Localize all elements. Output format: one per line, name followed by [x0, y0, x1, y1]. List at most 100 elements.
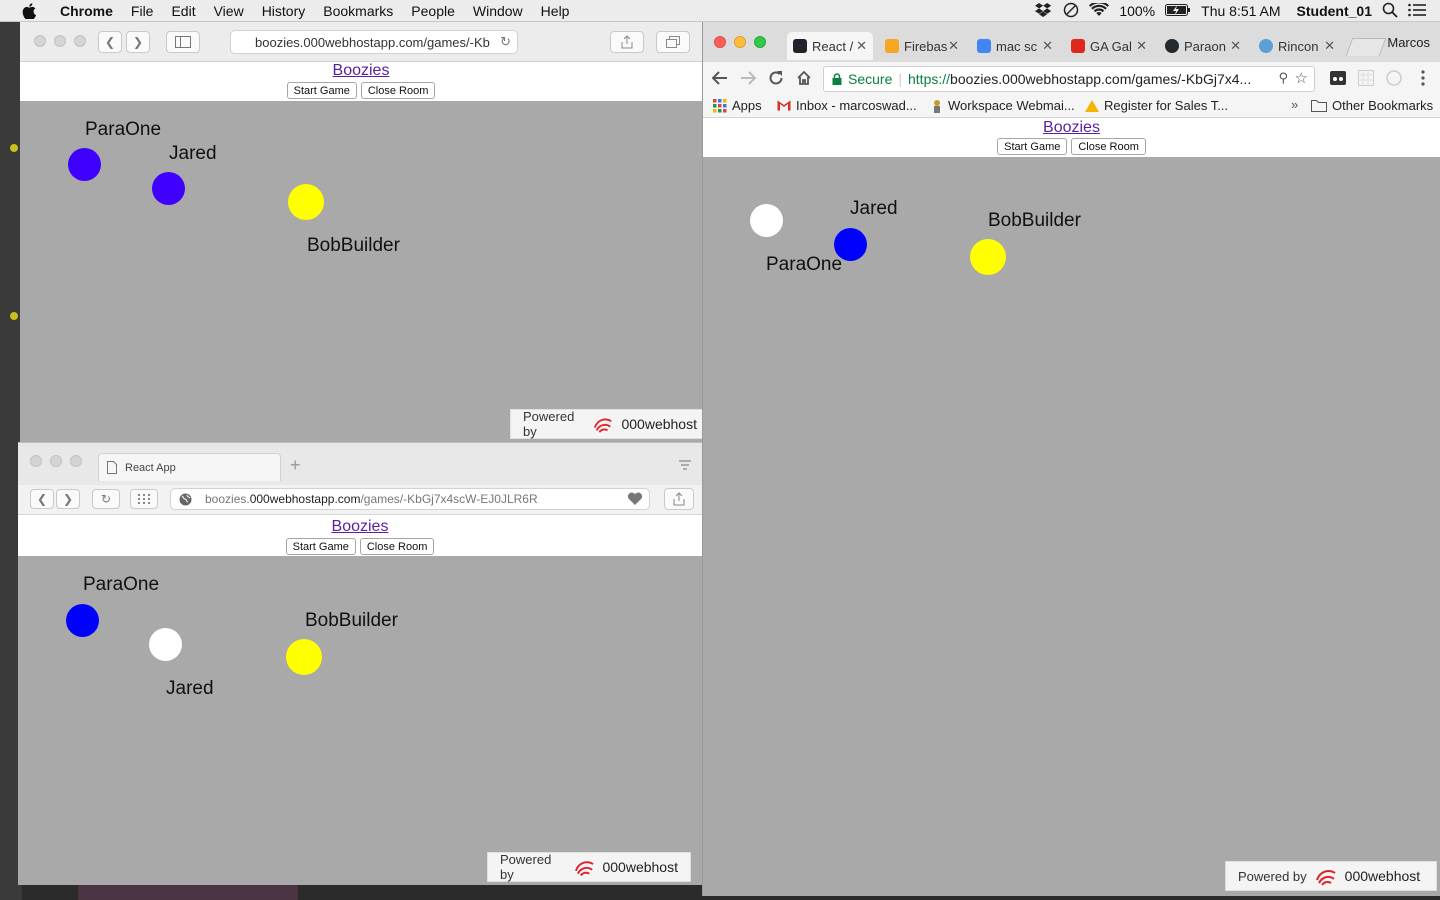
current-user[interactable]: Student_01: [1297, 3, 1372, 19]
address-bar[interactable]: boozies. 000webhostapp.com/games/-KbGj7x4…: [170, 488, 650, 510]
close-tab-icon[interactable]: ✕: [856, 38, 867, 54]
player-dot[interactable]: [750, 204, 783, 237]
player-dot[interactable]: [288, 184, 324, 220]
chrome-tab[interactable]: Paraon ✕: [1159, 32, 1247, 60]
close-window-button[interactable]: [30, 455, 42, 467]
key-icon[interactable]: ⚲: [1278, 70, 1288, 86]
menu-history[interactable]: History: [253, 3, 315, 19]
bookmark-star-icon[interactable]: ☆: [1295, 69, 1308, 87]
menu-edit[interactable]: Edit: [162, 3, 204, 19]
spotlight-search-icon[interactable]: [1382, 2, 1398, 21]
bookmark-apps[interactable]: Apps: [713, 98, 762, 113]
apple-icon[interactable]: [18, 0, 40, 22]
address-bar[interactable]: boozies.000webhostapp.com/games/-Kb ↻: [230, 30, 518, 54]
menu-bookmarks[interactable]: Bookmarks: [314, 3, 402, 19]
reload-icon[interactable]: ↻: [500, 34, 511, 50]
omnibox[interactable]: Secure | https://boozies.000webhostapp.c…: [823, 66, 1315, 92]
close-tab-icon[interactable]: ✕: [1324, 38, 1335, 54]
close-room-button[interactable]: Close Room: [1071, 138, 1146, 155]
zoom-window-button[interactable]: [70, 455, 82, 467]
battery-percent[interactable]: 100%: [1119, 3, 1155, 19]
menu-app-name[interactable]: Chrome: [54, 3, 122, 19]
page-icon: [107, 461, 117, 474]
forward-button[interactable]: ❯: [56, 489, 80, 509]
player-dot[interactable]: [970, 239, 1006, 275]
bookmarks-overflow-icon[interactable]: »: [1291, 97, 1298, 112]
forward-button[interactable]: ❯: [126, 31, 150, 53]
menu-file[interactable]: File: [122, 3, 163, 19]
minimize-window-button[interactable]: [54, 35, 66, 47]
profile-name[interactable]: Marcos: [1387, 35, 1430, 50]
notification-center-icon[interactable]: [1408, 3, 1426, 20]
sidebar-button[interactable]: [166, 31, 200, 53]
chrome-tab[interactable]: GA Gal ✕: [1065, 32, 1153, 60]
player-dot[interactable]: [68, 148, 101, 181]
extension-grid-icon[interactable]: [1357, 69, 1375, 87]
zoom-window-button[interactable]: [74, 35, 86, 47]
close-room-button[interactable]: Close Room: [359, 538, 435, 555]
back-button[interactable]: ❮: [98, 31, 122, 53]
extension-icon[interactable]: [1329, 69, 1347, 87]
reload-icon[interactable]: [765, 67, 787, 89]
battery-icon[interactable]: [1165, 3, 1191, 19]
player-dot[interactable]: [834, 228, 867, 261]
close-window-button[interactable]: [714, 36, 726, 48]
new-tab-icon[interactable]: +: [290, 455, 301, 476]
player-name: ParaOne: [85, 119, 162, 140]
menu-view[interactable]: View: [205, 3, 253, 19]
start-game-button[interactable]: Start Game: [286, 82, 357, 99]
bookmark-register[interactable]: Register for Sales T...: [1085, 98, 1228, 113]
player-dot[interactable]: [66, 604, 99, 637]
chrome-toolbar: Secure | https://boozies.000webhostapp.c…: [703, 62, 1440, 94]
close-tab-icon[interactable]: ✕: [1042, 38, 1053, 54]
new-tab-button[interactable]: [1345, 38, 1387, 56]
boozies-title-link[interactable]: Boozies: [18, 518, 702, 536]
dropbox-icon[interactable]: [1035, 2, 1053, 20]
tab-react-app[interactable]: React App: [98, 453, 281, 481]
bookmark-other[interactable]: Other Bookmarks: [1311, 98, 1433, 113]
wifi-icon[interactable]: [1089, 0, 1110, 20]
boozies-title-link[interactable]: Boozies: [703, 119, 1440, 137]
back-button[interactable]: ❮: [30, 489, 54, 509]
heart-icon[interactable]: [627, 492, 643, 506]
top-sites-button[interactable]: [130, 489, 158, 509]
chrome-tab[interactable]: React / ✕: [787, 32, 873, 60]
menu-help[interactable]: Help: [532, 3, 579, 19]
more-menu-icon[interactable]: [1415, 67, 1431, 89]
boozies-title-link[interactable]: Boozies: [20, 62, 702, 80]
close-window-button[interactable]: [34, 35, 46, 47]
powered-by-badge[interactable]: Powered by 000webhost: [1225, 861, 1437, 891]
close-tab-icon[interactable]: ✕: [948, 38, 959, 54]
extension-circle-icon[interactable]: [1385, 69, 1403, 87]
bookmark-workspace[interactable]: Workspace Webmai...: [931, 98, 1075, 113]
reload-button[interactable]: ↻: [92, 489, 120, 509]
player-dot[interactable]: [152, 172, 185, 205]
bookmark-inbox[interactable]: Inbox - marcoswad...: [777, 98, 917, 113]
back-arrow-icon[interactable]: [709, 67, 731, 89]
minimize-window-button[interactable]: [50, 455, 62, 467]
menu-window[interactable]: Window: [464, 3, 532, 19]
close-tab-icon[interactable]: ✕: [1136, 38, 1147, 54]
minimize-window-button[interactable]: [734, 36, 746, 48]
powered-by-badge[interactable]: Powered by 000webhost: [510, 409, 702, 439]
chrome-tab[interactable]: Rincon ✕: [1253, 32, 1341, 60]
share-button[interactable]: [664, 488, 694, 510]
player-dot[interactable]: [149, 628, 182, 661]
tabs-overview-button[interactable]: [656, 31, 690, 53]
do-not-disturb-icon[interactable]: [1063, 2, 1079, 21]
close-room-button[interactable]: Close Room: [360, 82, 436, 99]
share-button[interactable]: [610, 31, 644, 53]
chrome-tab[interactable]: mac sc ✕: [971, 32, 1059, 60]
close-tab-icon[interactable]: ✕: [1230, 38, 1241, 54]
menu-people[interactable]: People: [402, 3, 464, 19]
chrome-tab[interactable]: Firebas ✕: [879, 32, 965, 60]
clock[interactable]: Thu 8:51 AM: [1201, 3, 1280, 19]
powered-by-badge[interactable]: Powered by 000webhost: [487, 852, 691, 882]
start-game-button[interactable]: Start Game: [285, 538, 356, 555]
player-dot[interactable]: [286, 639, 322, 675]
tab-overflow-icon[interactable]: [678, 459, 692, 471]
forward-arrow-icon[interactable]: [737, 67, 759, 89]
home-icon[interactable]: [793, 67, 815, 89]
zoom-window-button[interactable]: [754, 36, 766, 48]
start-game-button[interactable]: Start Game: [997, 138, 1068, 155]
